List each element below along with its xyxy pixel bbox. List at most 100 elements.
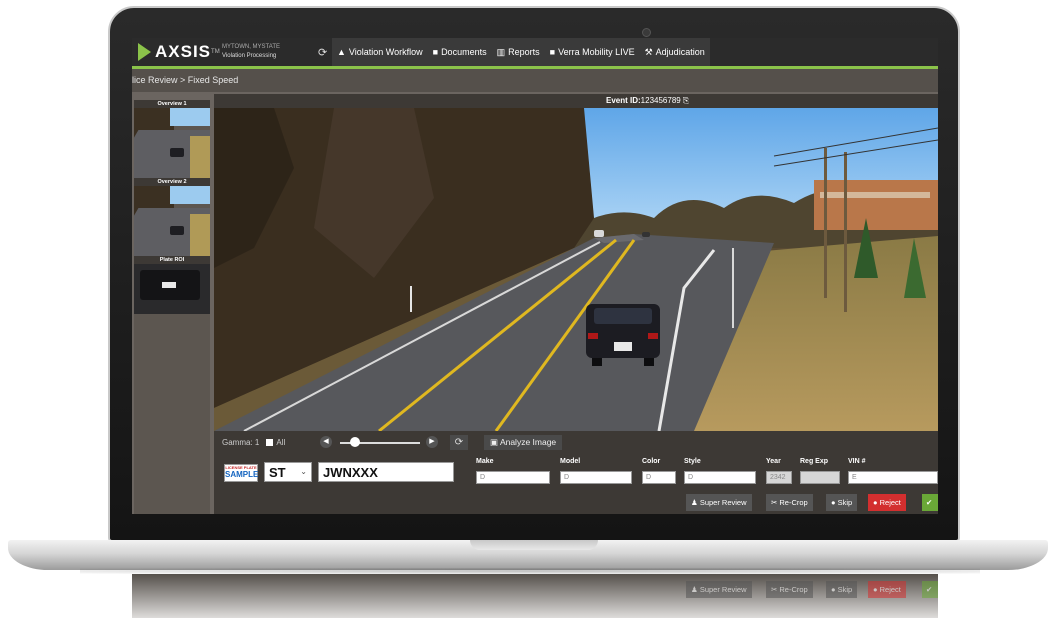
thumb-car — [170, 226, 184, 235]
plate-number-input[interactable]: JWNXXX — [318, 462, 454, 482]
tab-documents[interactable]: ■ Documents — [428, 38, 492, 66]
tab-violation-workflow[interactable]: ▲ Violation Workflow — [332, 38, 428, 66]
tab-adjudication[interactable]: ⚒ Adjudication — [640, 38, 710, 66]
tab-label: Verra Mobility LIVE — [558, 47, 635, 57]
chevron-right-icon[interactable]: ▶ — [426, 436, 438, 448]
check-icon: ✔ — [926, 498, 933, 507]
tab-label: Reports — [508, 47, 540, 57]
breadcrumb: lice Review > Fixed Speed — [132, 75, 239, 85]
account-info[interactable]: MYTOWN, MYSTATE Violation Processing — [222, 43, 280, 61]
account-role: Violation Processing — [222, 53, 277, 59]
action-bar: ♟ Super Review ✂ Re-Crop ● Skip ● Reject… — [214, 491, 938, 514]
re-crop-button[interactable]: ✂ Re-Crop — [766, 494, 813, 511]
all-label: All — [276, 438, 286, 447]
chevron-left-icon[interactable]: ◀ — [320, 436, 332, 448]
re-crop-label: Re-Crop — [779, 498, 808, 507]
vin-field[interactable]: E — [848, 471, 938, 484]
reflection-super-review-label: Super Review — [699, 585, 747, 594]
tab-label: Documents — [441, 47, 487, 57]
super-review-label: Super Review — [699, 498, 747, 507]
copy-icon[interactable]: ⎘ — [683, 96, 689, 105]
image-thumbnails: Overview 1 Overview 2 Plate ROI — [134, 100, 210, 514]
vin-label: VIN # — [848, 458, 866, 465]
state-select[interactable]: ST ⌄ — [264, 462, 312, 482]
vehicle-info-bar: LICENSE PLATE SAMPLE ST ⌄ JWNXXX Make D … — [214, 455, 938, 491]
video-icon: ■ — [549, 47, 556, 57]
webcam — [642, 28, 651, 37]
logo-text: AXSIS — [155, 42, 212, 61]
reflection-reject: ● Reject — [868, 581, 906, 598]
account-location: MYTOWN, MYSTATE — [222, 44, 280, 50]
skip-label: Skip — [837, 498, 853, 507]
gamma-control: Gamma: 1 All — [222, 438, 285, 447]
reg-exp-field[interactable] — [800, 471, 840, 484]
make-field[interactable]: D — [476, 471, 550, 484]
overview-2-label: Overview 2 — [134, 178, 210, 186]
user-icon: ♟ — [691, 498, 700, 507]
color-label: Color — [642, 458, 661, 465]
plate-roi-label: Plate ROI — [134, 256, 210, 264]
reflection-action-bar: ♟ Super Review ✂ Re-Crop ● Skip ● Reject… — [132, 578, 938, 601]
check-icon: ✔ — [926, 585, 933, 594]
overview-1-label: Overview 1 — [134, 100, 210, 108]
analyze-image-label: Analyze Image — [499, 437, 557, 447]
color-field[interactable]: D — [642, 471, 676, 484]
reset-image-button[interactable]: ⟳ — [450, 435, 468, 450]
year-field[interactable]: 2342 — [766, 471, 792, 484]
style-label: Style — [684, 458, 701, 465]
reflection-accept: ✔ — [922, 581, 938, 598]
model-field[interactable]: D — [560, 471, 632, 484]
reflection-skip-label: Skip — [837, 585, 853, 594]
app-screen: AXSIS TM MYTOWN, MYSTATE Violation Proce… — [132, 38, 938, 514]
logo-arrow-icon — [138, 43, 151, 61]
top-navbar: AXSIS TM MYTOWN, MYSTATE Violation Proce… — [132, 38, 938, 66]
evidence-image[interactable] — [214, 108, 938, 431]
close-circle-icon: ● — [873, 498, 880, 507]
laptop-notch — [470, 540, 598, 550]
style-field[interactable]: D — [684, 471, 756, 484]
chevron-down-icon: ⌄ — [300, 467, 307, 476]
thumb-grass — [190, 136, 210, 178]
overview-2-thumbnail[interactable] — [134, 186, 210, 256]
evidence-photo — [214, 108, 938, 431]
nav-tabs: ▲ Violation Workflow ■ Documents ▥ Repor… — [332, 38, 710, 66]
reflection-skip: ● Skip — [826, 581, 858, 598]
super-review-button[interactable]: ♟ Super Review — [686, 494, 752, 511]
reflection-re-crop-label: Re-Crop — [779, 585, 808, 594]
all-checkbox[interactable] — [265, 439, 273, 446]
reject-button[interactable]: ● Reject — [868, 494, 906, 511]
model-label: Model — [560, 458, 581, 465]
reg-exp-label: Reg Exp — [800, 458, 829, 465]
tab-label: Violation Workflow — [348, 47, 423, 57]
plate-crop — [162, 282, 176, 288]
axsis-logo[interactable]: AXSIS TM — [138, 42, 220, 62]
logo-tm: TM — [211, 49, 220, 55]
close-circle-icon: ● — [873, 585, 880, 594]
reflection-re-crop: ✂ Re-Crop — [766, 581, 813, 598]
license-plate-badge: LICENSE PLATE SAMPLE — [224, 464, 258, 482]
skip-button[interactable]: ● Skip — [826, 494, 858, 511]
overview-1-thumbnail[interactable] — [134, 108, 210, 178]
reflection-super-review: ♟ Super Review — [686, 581, 752, 598]
reject-label: Reject — [879, 498, 901, 507]
plate-roi-thumbnail[interactable] — [134, 264, 210, 314]
user-icon: ♟ — [691, 585, 700, 594]
event-bar: Event ID:123456789 ⎘ — [214, 94, 938, 108]
gamma-slider-handle[interactable] — [350, 437, 360, 447]
tab-label: Adjudication — [655, 47, 705, 57]
thumb-car — [170, 148, 184, 157]
skip-icon: ● — [831, 498, 838, 507]
year-label: Year — [766, 458, 781, 465]
gamma-label: Gamma: 1 — [222, 438, 260, 447]
state-value: ST — [269, 465, 286, 480]
breadcrumb-bar: lice Review > Fixed Speed — [132, 69, 938, 92]
accept-button[interactable]: ✔ — [922, 494, 938, 511]
thumb-grass — [190, 214, 210, 256]
screen-reflection: ♟ Super Review ✂ Re-Crop ● Skip ● Reject… — [132, 574, 938, 618]
tab-verra-mobility-live[interactable]: ■ Verra Mobility LIVE — [545, 38, 640, 66]
refresh-icon[interactable]: ⟳ — [318, 46, 327, 59]
tab-reports[interactable]: ▥ Reports — [492, 38, 545, 66]
chart-icon: ▥ — [496, 46, 506, 57]
reflection-reject-label: Reject — [879, 585, 901, 594]
analyze-image-button[interactable]: ▣ Analyze Image — [484, 435, 563, 450]
